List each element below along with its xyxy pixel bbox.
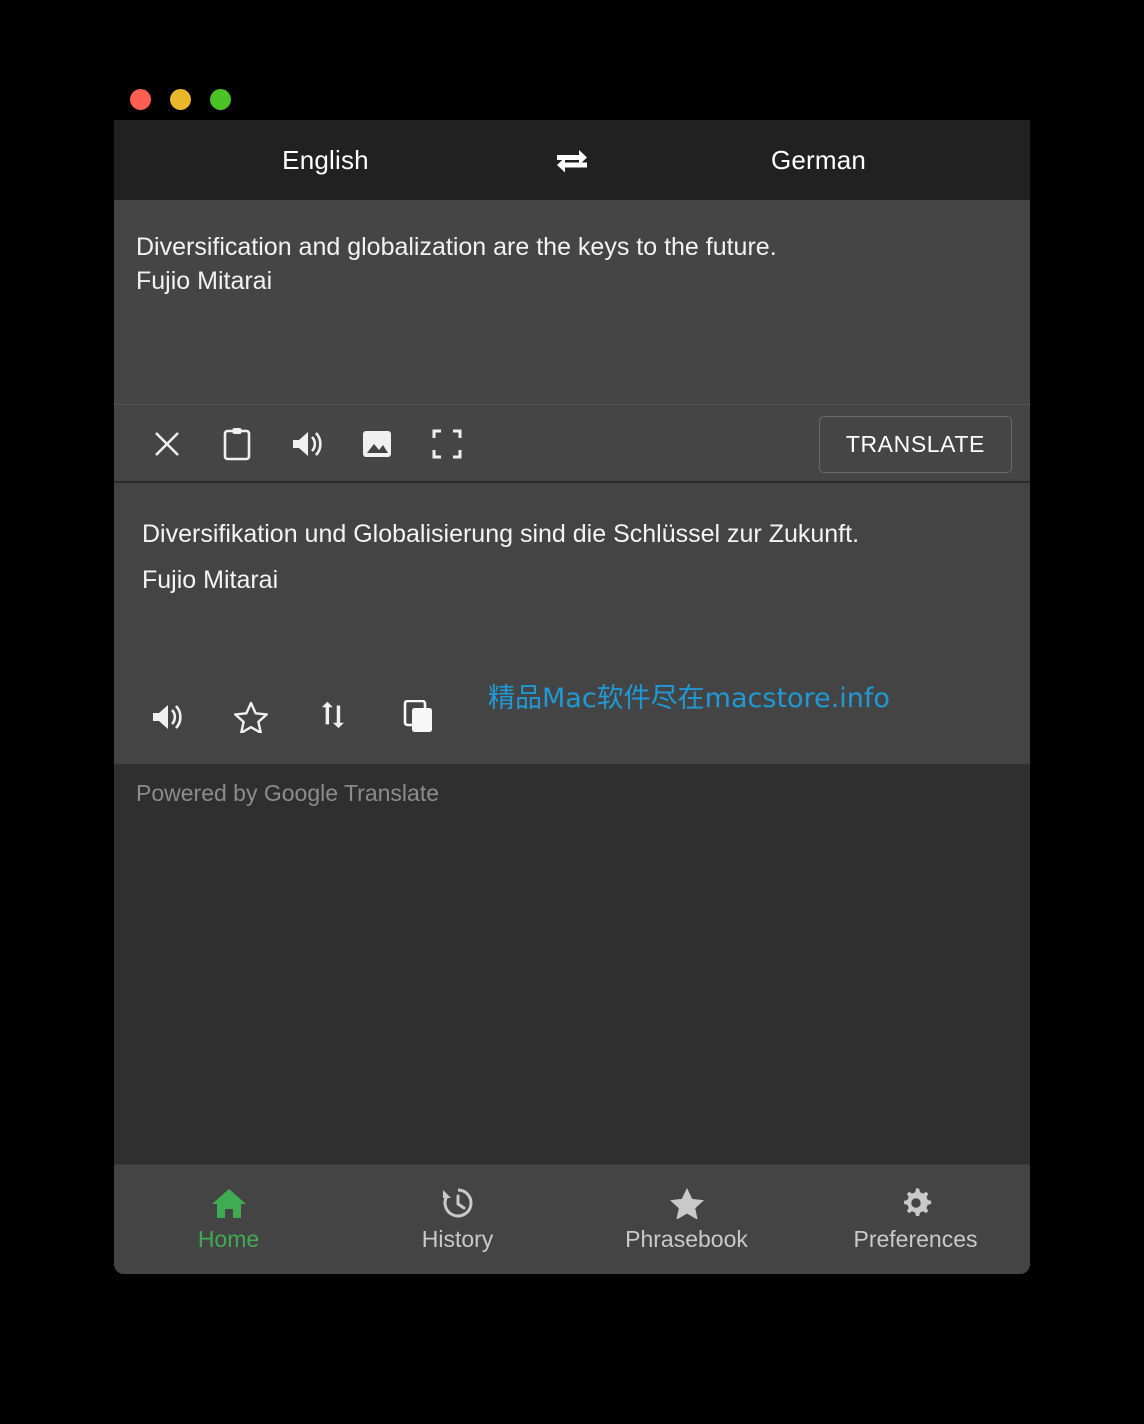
nav-item-home[interactable]: Home xyxy=(114,1187,343,1253)
content-body: Powered by Google Translate xyxy=(114,764,1030,1164)
source-text-panel: Diversification and globalization are th… xyxy=(114,200,1030,405)
fullscreen-button[interactable] xyxy=(412,417,482,471)
source-text-input[interactable]: Diversification and globalization are th… xyxy=(136,230,1008,299)
close-window-button[interactable] xyxy=(130,88,151,110)
source-toolbar-icons xyxy=(132,417,482,471)
nav-item-preferences[interactable]: Preferences xyxy=(801,1187,1030,1253)
paste-clipboard-icon xyxy=(223,428,251,461)
translated-text[interactable]: Diversifikation und Globalisierung sind … xyxy=(142,511,1008,604)
result-actions xyxy=(132,690,454,744)
source-toolbar: TRANSLATE xyxy=(114,405,1030,483)
nav-label-home: Home xyxy=(197,1225,260,1252)
powered-by-label: Powered by Google Translate xyxy=(136,780,440,806)
translate-button[interactable]: TRANSLATE xyxy=(818,415,1012,473)
paste-button[interactable] xyxy=(202,417,272,471)
app-window: English German Diversification and globa… xyxy=(114,78,1030,1274)
watermark-text: 精品Mac软件尽在macstore.info xyxy=(488,683,890,714)
star-filled-icon xyxy=(669,1187,705,1219)
nav-item-history[interactable]: History xyxy=(343,1187,572,1253)
star-icon xyxy=(234,701,268,733)
copy-icon xyxy=(403,700,432,732)
nav-label-phrasebook: Phrasebook xyxy=(625,1225,748,1252)
language-bar: English German xyxy=(114,120,1030,200)
clear-button[interactable] xyxy=(132,417,202,471)
nav-label-history: History xyxy=(421,1225,494,1252)
image-icon xyxy=(363,431,391,457)
nav-item-phrasebook[interactable]: Phrasebook xyxy=(572,1187,801,1253)
listen-result-button[interactable] xyxy=(132,690,202,744)
copy-button[interactable] xyxy=(384,690,454,744)
traffic-lights xyxy=(130,88,231,110)
minimize-window-button[interactable] xyxy=(170,88,191,110)
source-language-selector[interactable]: English xyxy=(114,145,537,176)
speaker-icon xyxy=(293,432,322,456)
swap-horizontal-icon xyxy=(557,150,587,173)
speaker-icon xyxy=(153,705,182,729)
image-translate-button[interactable] xyxy=(342,417,412,471)
favorite-button[interactable] xyxy=(216,690,286,744)
swap-languages-button[interactable] xyxy=(537,147,607,173)
bottom-navigation: Home History Phrasebook Preferences xyxy=(114,1164,1030,1274)
maximize-window-button[interactable] xyxy=(210,88,231,110)
history-icon xyxy=(441,1187,475,1219)
reverse-translate-button[interactable] xyxy=(300,690,370,744)
target-language-selector[interactable]: German xyxy=(607,145,1030,176)
home-icon xyxy=(211,1187,247,1219)
swap-vertical-icon xyxy=(321,701,344,729)
result-panel: Diversifikation und Globalisierung sind … xyxy=(114,483,1030,764)
titlebar xyxy=(114,78,1030,120)
gear-icon xyxy=(899,1187,933,1219)
fullscreen-icon xyxy=(432,429,462,459)
clear-icon xyxy=(155,432,179,456)
nav-label-preferences: Preferences xyxy=(853,1225,978,1252)
listen-source-button[interactable] xyxy=(272,417,342,471)
